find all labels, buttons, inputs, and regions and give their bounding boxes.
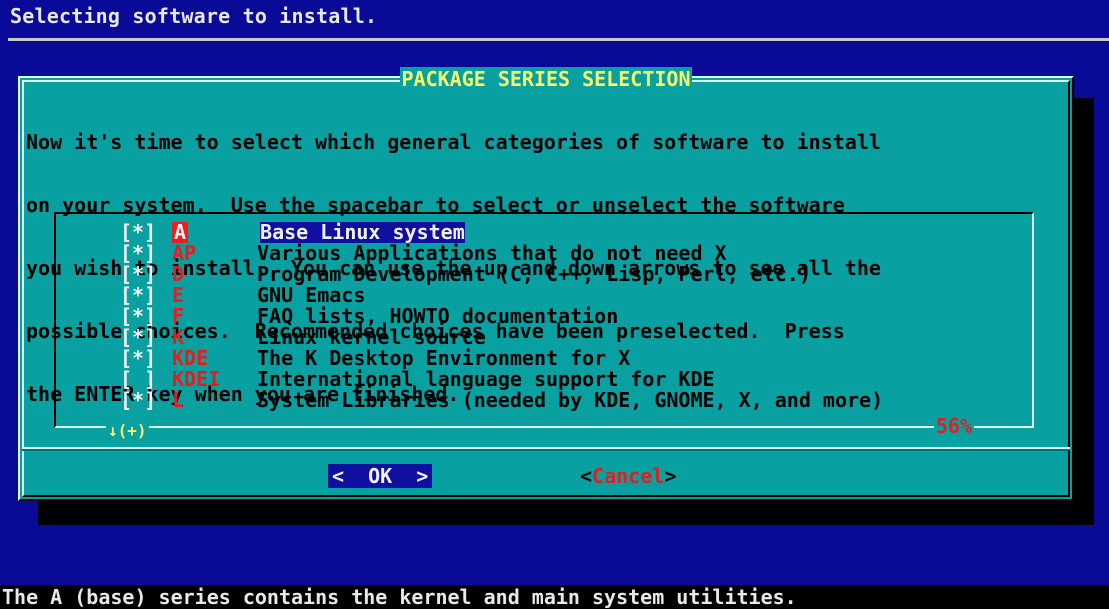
dialog-title: PACKAGE SERIES SELECTION	[399, 67, 693, 91]
checkbox[interactable]: [*]	[120, 348, 172, 369]
dialog-title-bar: PACKAGE SERIES SELECTION	[20, 67, 1072, 91]
checklist-item-f[interactable]: [*] F FAQ lists, HOWTO documentation	[120, 306, 618, 327]
item-description: Program Development (C, C++, Lisp, Perl,…	[257, 262, 811, 286]
backtitle: Selecting software to install.	[10, 4, 378, 28]
cancel-bracket-left: <	[580, 463, 593, 488]
item-tag: KDEI	[172, 367, 221, 391]
item-description: System Libraries (needed by KDE, GNOME, …	[257, 388, 884, 412]
checklist-item-ap[interactable]: [*] AP Various Applications that do not …	[120, 243, 727, 264]
item-tag: KDE	[172, 346, 209, 370]
checkbox[interactable]: [*]	[120, 285, 172, 306]
checklist-item-l[interactable]: [*] L System Libraries (needed by KDE, G…	[120, 390, 883, 411]
ok-hotkey: O	[368, 463, 381, 488]
checkbox[interactable]: [*]	[120, 264, 172, 285]
checkbox[interactable]: [*]	[120, 390, 172, 411]
item-tag: AP	[172, 241, 197, 265]
scroll-more-indicator: ↓(+)	[106, 420, 149, 441]
checklist-item-kde[interactable]: [*] KDE The K Desktop Environment for X	[120, 348, 630, 369]
cancel-label-rest: ancel	[604, 463, 665, 488]
cancel-bracket-right: >	[664, 463, 677, 488]
checklist-item-a[interactable]: [*] A Base Linux system	[120, 222, 465, 243]
ok-bracket-right: >	[392, 463, 429, 488]
item-tag: D	[172, 262, 185, 286]
item-tag: F	[172, 304, 185, 328]
item-description: Various Applications that do not need X	[257, 241, 727, 265]
ok-button[interactable]: < O K >	[328, 463, 433, 488]
checkbox[interactable]: [*]	[120, 327, 172, 348]
item-description: The K Desktop Environment for X	[257, 346, 631, 370]
checklist-item-e[interactable]: [*] E GNU Emacs	[120, 285, 365, 306]
scroll-percent: 56%	[933, 414, 974, 438]
checklist-item-k[interactable]: [*] K Linux kernel source	[120, 327, 486, 348]
item-tag: K	[172, 325, 185, 349]
item-tag: L	[172, 388, 185, 412]
cancel-button[interactable]: < C ancel >	[580, 464, 676, 488]
package-series-dialog: PACKAGE SERIES SELECTION Now it's time t…	[18, 67, 1074, 501]
checklist-item-kdei[interactable]: [ ] KDEI International language support …	[120, 369, 715, 390]
item-tag: E	[172, 283, 185, 307]
checkbox[interactable]: [*]	[120, 243, 172, 264]
backtitle-rule	[8, 38, 1109, 41]
item-description: GNU Emacs	[257, 283, 366, 307]
item-description: International language support for KDE	[257, 367, 715, 391]
status-bar: The A (base) series contains the kernel …	[0, 585, 1109, 609]
ok-label-rest: K	[380, 463, 393, 488]
item-description: Linux kernel source	[257, 325, 486, 349]
prompt-line: Now it's time to select which general ca…	[26, 130, 881, 154]
ok-bracket-left: <	[332, 463, 369, 488]
checkbox[interactable]: [ ]	[120, 369, 172, 390]
item-description: Base Linux system	[260, 220, 465, 244]
item-tag: A	[172, 220, 189, 244]
checkbox[interactable]: [*]	[120, 306, 172, 327]
button-divider-shadow	[22, 449, 1070, 451]
cancel-hotkey: C	[592, 463, 605, 488]
package-checklist[interactable]: [*] A Base Linux system [*] AP Various A…	[54, 212, 1034, 441]
checklist-item-d[interactable]: [*] D Program Development (C, C++, Lisp,…	[120, 264, 811, 285]
checkbox[interactable]: [*]	[120, 222, 172, 243]
item-description: FAQ lists, HOWTO documentation	[257, 304, 619, 328]
